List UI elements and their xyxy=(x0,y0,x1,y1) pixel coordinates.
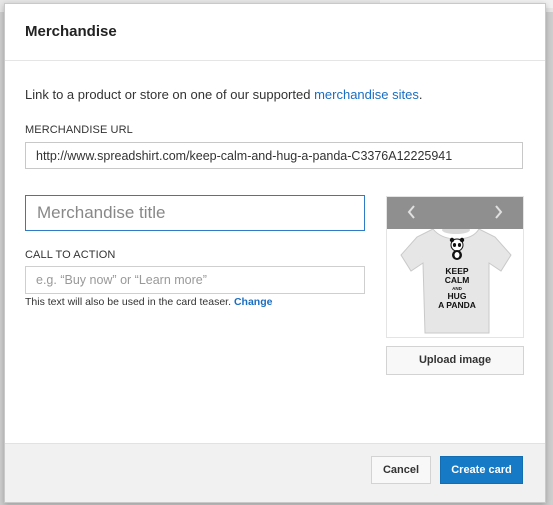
shirt-line-5: A PANDA xyxy=(438,300,476,310)
chevron-right-icon[interactable] xyxy=(489,202,507,222)
dialog-footer: Cancel Create card xyxy=(5,443,545,502)
cta-hint: This text will also be used in the card … xyxy=(25,296,272,308)
shirt-line-2: CALM xyxy=(445,275,470,285)
intro-lead: Link to a product or store on one of our… xyxy=(25,87,315,102)
chevron-left-icon[interactable] xyxy=(403,202,421,222)
intro-end: . xyxy=(418,87,423,102)
image-preview: KEEP CALM AND HUG A PANDA xyxy=(386,196,524,338)
intro-text: Link to a product or store on one of our… xyxy=(25,87,422,102)
cta-label: CALL TO ACTION xyxy=(25,249,116,261)
change-link[interactable]: Change xyxy=(234,296,273,308)
dialog-header: Merchandise xyxy=(5,4,545,61)
create-card-button[interactable]: Create card xyxy=(440,456,523,484)
merchandise-sites-link[interactable]: merchandise sites xyxy=(314,87,419,102)
upload-image-button[interactable]: Upload image xyxy=(386,346,524,375)
dialog-title: Merchandise xyxy=(25,23,117,40)
merchandise-title-input[interactable]: Merchandise title xyxy=(25,195,365,231)
cancel-button[interactable]: Cancel xyxy=(371,456,431,484)
url-label: MERCHANDISE URL xyxy=(25,124,133,136)
merchandise-url-field[interactable]: http://www.spreadshirt.com/keep-calm-and… xyxy=(25,142,523,169)
hint-text: This text will also be used in the card … xyxy=(25,296,234,308)
call-to-action-input[interactable]: e.g. “Buy now” or “Learn more” xyxy=(25,266,365,294)
merchandise-dialog: Merchandise Link to a product or store o… xyxy=(4,3,546,503)
